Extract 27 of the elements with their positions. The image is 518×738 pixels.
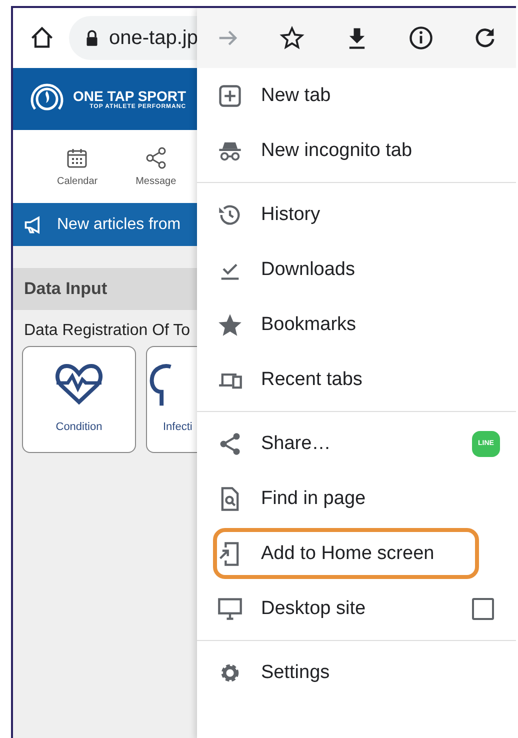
lock-icon [85, 30, 99, 46]
info-icon[interactable] [408, 25, 434, 51]
home-icon[interactable] [29, 25, 55, 51]
checkbox[interactable] [472, 598, 494, 620]
star-icon [217, 312, 243, 338]
menu-item[interactable]: Desktop site [197, 581, 516, 636]
nav-label[interactable]: Message [136, 176, 176, 187]
menu-item[interactable]: Add to Home screen [211, 526, 481, 581]
menu-item[interactable]: New incognito tab [197, 123, 516, 178]
menu-item[interactable]: New tab [197, 68, 516, 123]
menu-item[interactable]: History [197, 187, 516, 242]
star-outline-icon[interactable] [279, 25, 306, 51]
plus-box-icon [217, 82, 243, 108]
menu-item[interactable]: Find in page [197, 471, 516, 526]
menu-item[interactable]: Downloads [197, 242, 516, 297]
section-title: Data Input [24, 279, 108, 299]
data-card[interactable]: Condition [22, 346, 136, 453]
nav-label[interactable]: Calendar [57, 176, 98, 187]
share-icon[interactable] [144, 146, 168, 170]
menu-item[interactable]: Settings [197, 645, 516, 700]
logo-title: ONE TAP SPORT [73, 88, 186, 104]
calendar-icon [65, 146, 90, 170]
desktop-icon [217, 596, 243, 622]
section-subtitle: Data Registration Of To [24, 322, 190, 340]
menu-item[interactable]: Recent tabs [197, 352, 516, 407]
menu-item[interactable]: Bookmarks [197, 297, 516, 352]
banner-text[interactable]: New articles from [57, 216, 181, 234]
